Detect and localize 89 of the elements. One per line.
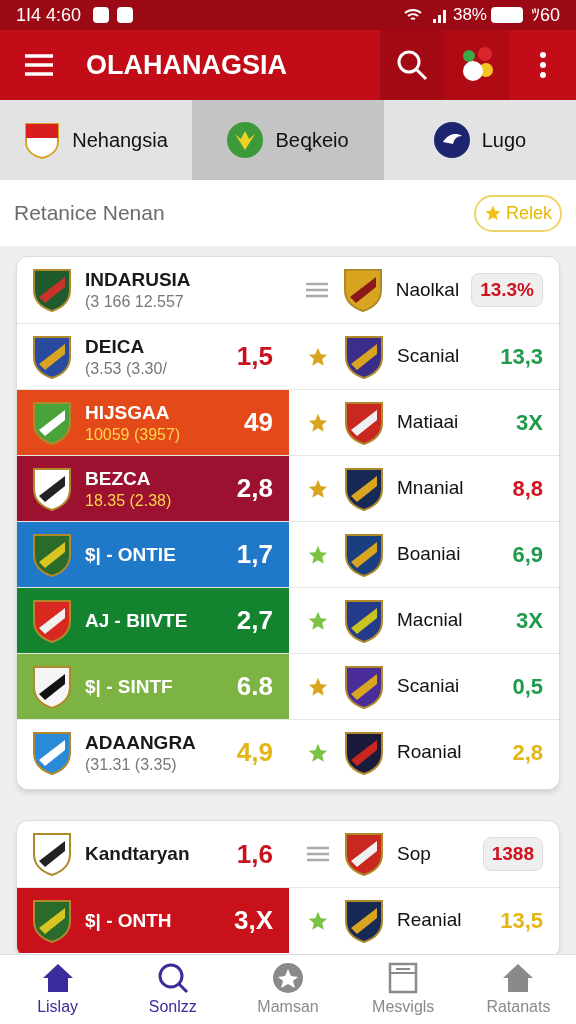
score: 2,8 [236, 472, 273, 505]
value: 3X [516, 607, 543, 635]
team-crest-icon [31, 531, 73, 578]
score: 3,X [233, 904, 273, 937]
team-record: (31.31 (3.35) [85, 754, 178, 775]
score: 49 [244, 406, 273, 439]
team-name: Sop [397, 841, 432, 866]
team-record: 18.35 (2.38) [85, 490, 173, 511]
team-name: Kandtaryan [85, 842, 191, 866]
team-name: BEZCA [85, 466, 152, 491]
team-name: Matiaai [397, 410, 460, 435]
team-record: (3.53 (3.30/ [85, 358, 168, 379]
team-crest-icon [341, 267, 384, 313]
team-crest-icon [343, 663, 385, 710]
leaf-emblem-icon [227, 122, 264, 158]
value: 6,9 [512, 541, 543, 569]
team-crest-icon [343, 897, 385, 944]
score: 1,6 [236, 837, 273, 871]
search-button[interactable] [380, 30, 444, 100]
team-name: $| - ONTH [85, 908, 173, 933]
nav-item[interactable]: Lislay [0, 955, 116, 1024]
team-name: Macnial [397, 608, 464, 633]
team-crest-icon [31, 831, 73, 877]
team-name: Scanial [397, 344, 461, 369]
team-crest-icon [343, 465, 385, 512]
score: 4,9 [236, 736, 273, 769]
app-title: OLAHANAGSIA [85, 48, 288, 82]
team-crest-icon [31, 663, 73, 710]
value-badge: 13.3% [471, 272, 543, 308]
search-icon [396, 49, 428, 81]
team-crest-icon [343, 399, 385, 446]
battery-percent: 38% [452, 4, 487, 27]
team-crest-icon [343, 597, 385, 644]
value: 13,3 [500, 343, 543, 371]
nav-item[interactable]: Sonlzz [115, 955, 231, 1024]
menu-icon [25, 54, 53, 76]
shield-icon [24, 120, 61, 160]
team-crest-icon [31, 465, 73, 512]
team-name: Naolkal [395, 277, 460, 302]
status-text: ﾂ60 [530, 3, 560, 27]
team-crest-icon [343, 531, 385, 578]
wifi-icon [402, 7, 423, 23]
balls-button[interactable] [444, 30, 510, 100]
section-title: Retanice Nenan [14, 200, 166, 227]
team-crest-icon [31, 333, 73, 380]
star-badge-icon [271, 960, 305, 995]
more-icon [539, 52, 547, 78]
signal-icon [430, 7, 449, 23]
team-name: ADAANGRA [85, 730, 197, 755]
value: 2,8 [512, 739, 543, 767]
team-crest-icon [31, 729, 73, 776]
tab[interactable]: Beꝗkeio [192, 100, 384, 180]
team-name: AJ - BIIVTE [85, 608, 189, 633]
team-crest-icon [343, 333, 385, 380]
score: 2,7 [236, 604, 273, 637]
notification-icon [93, 7, 110, 23]
score: 1,7 [236, 538, 273, 571]
battery-icon [490, 7, 523, 23]
value: 0,5 [512, 673, 543, 701]
team-crest-icon [31, 399, 73, 446]
team-name: Mnanial [397, 476, 465, 501]
star-icon [483, 204, 502, 222]
status-time: 1I4 4:60 [16, 3, 82, 27]
value: 13,5 [500, 907, 543, 935]
nav-item[interactable]: Mesvigls [345, 955, 461, 1024]
team-record: (3 166 12.557 [85, 292, 185, 312]
nav-item[interactable]: Ratanats [460, 955, 576, 1024]
team-crest-icon [343, 831, 385, 877]
team-name: DEICA [85, 334, 146, 359]
score: 6.8 [236, 670, 273, 703]
notification-icon [117, 7, 134, 23]
team-name: Scaniai [397, 674, 461, 699]
team-name: INDARUSIA [85, 268, 192, 292]
team-crest-icon [31, 597, 73, 644]
team-record: 10059 (3957) [85, 424, 182, 445]
value: 8,8 [512, 475, 543, 503]
team-name: $| - ONTIE [85, 542, 177, 567]
team-crest-icon [343, 729, 385, 776]
team-name: Boaniai [397, 542, 462, 567]
score: 1,5 [236, 340, 273, 373]
team-name: Roanial [397, 740, 463, 765]
value-badge: 1388 [482, 836, 543, 872]
team-name: Reanial [397, 908, 463, 933]
value: 3X [516, 409, 543, 437]
team-name: $| - SINTF [85, 674, 174, 699]
team-crest-icon [31, 267, 73, 313]
team-name: HIJSGAA [85, 400, 171, 425]
team-crest-icon [31, 897, 73, 944]
nav-item[interactable]: Mamsan [230, 955, 346, 1024]
